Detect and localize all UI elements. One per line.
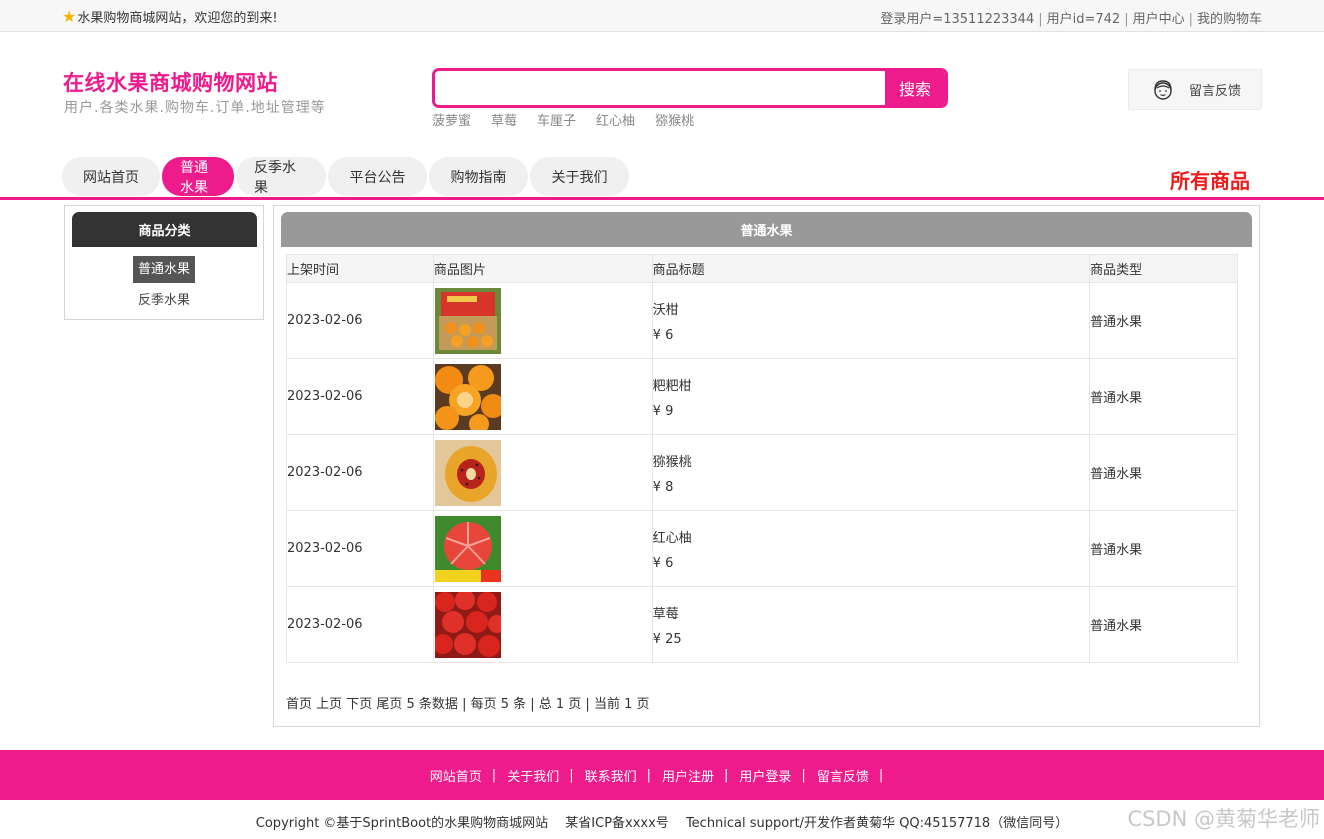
table-header-row: 上架时间 商品图片 商品标题 商品类型 (286, 254, 1238, 283)
product-price: ¥ 25 (652, 631, 682, 647)
hotword-link[interactable]: 车厘子 (537, 110, 576, 129)
hotword-link[interactable]: 菠萝蜜 (432, 110, 471, 129)
table-row: 2023-02-06 红心柚 ¥ 6 普通水果 (286, 510, 1238, 587)
nav-divider (0, 197, 1324, 200)
copyright-text: Copyright ©基于SprintBoot的水果购物商城网站 某省ICP备x… (255, 816, 1069, 831)
orange-box-image[interactable] (434, 287, 501, 354)
product-price: ¥ 6 (652, 555, 674, 571)
hot-keywords: 菠萝蜜 草莓 车厘子 红心柚 猕猴桃 (432, 110, 694, 129)
user-center-link[interactable]: 用户中心 (1133, 12, 1185, 27)
sidebar-item-label: 普通水果 (132, 256, 195, 283)
tab-shopping-guide[interactable]: 购物指南 (429, 157, 528, 196)
tab-normal-fruit[interactable]: 普通水果 (162, 157, 234, 196)
footer-link-about[interactable]: 关于我们 (507, 766, 559, 785)
listing-date: 2023-02-06 (286, 282, 434, 359)
product-type: 普通水果 (1089, 586, 1238, 663)
hotword-link[interactable]: 草莓 (491, 110, 517, 129)
product-name[interactable]: 红心柚 (653, 527, 1089, 546)
product-title-cell: 猕猴桃 ¥ 8 (651, 434, 1091, 511)
table-row: 2023-02-06 草莓 ¥ 25 普通水果 (286, 586, 1238, 663)
table-row: 2023-02-06 猕猴桃 ¥ 8 普通水果 (286, 434, 1238, 511)
column-header: 商品标题 (651, 254, 1091, 283)
product-title-cell: 红心柚 ¥ 6 (651, 510, 1091, 587)
main-nav: 网站首页 普通水果 反季水果 平台公告 购物指南 关于我们 (62, 157, 629, 196)
product-name[interactable]: 沃柑 (653, 299, 1089, 318)
pagination[interactable]: 首页 上页 下页 尾页 5 条数据 | 每页 5 条 | 总 1 页 | 当前 … (286, 693, 649, 712)
table-row: 2023-02-06 粑粑柑 ¥ 9 普通水果 (286, 358, 1238, 435)
product-image-cell[interactable] (432, 358, 653, 435)
product-type: 普通水果 (1089, 282, 1238, 359)
column-header: 上架时间 (286, 254, 434, 283)
welcome-message: ★ 水果购物商城网站，欢迎您的到来! (62, 7, 278, 26)
sidebar-item-off-season-fruit[interactable]: 反季水果 (65, 289, 263, 308)
listing-date: 2023-02-06 (286, 510, 434, 587)
hotword-link[interactable]: 红心柚 (596, 110, 635, 129)
product-title-cell: 草莓 ¥ 25 (651, 586, 1091, 663)
category-sidebar: 商品分类 普通水果 反季水果 (64, 205, 264, 320)
footer-link-login[interactable]: 用户登录 (739, 766, 791, 785)
product-type: 普通水果 (1089, 358, 1238, 435)
my-cart-link[interactable]: 我的购物车 (1197, 12, 1262, 27)
product-title-cell: 沃柑 ¥ 6 (651, 282, 1091, 359)
panel-title: 普通水果 (281, 212, 1252, 247)
tab-off-season-fruit[interactable]: 反季水果 (236, 157, 326, 196)
tab-about-us[interactable]: 关于我们 (530, 157, 629, 196)
kiwi-image[interactable] (434, 439, 501, 506)
product-name[interactable]: 猕猴桃 (653, 451, 1089, 470)
star-icon: ★ (62, 6, 77, 26)
sidebar-item-normal-fruit[interactable]: 普通水果 (65, 256, 263, 283)
listing-date: 2023-02-06 (286, 586, 434, 663)
product-price: ¥ 6 (652, 327, 674, 343)
tangerine-image[interactable] (434, 363, 501, 430)
hotword-link[interactable]: 猕猴桃 (655, 110, 694, 129)
footer-nav: 网站首页 | 关于我们 | 联系我们 | 用户注册 | 用户登录 | 留言反馈 | (0, 750, 1324, 800)
product-image-cell[interactable] (432, 586, 653, 663)
search-box: 搜索 (432, 68, 948, 108)
customer-service-icon (1154, 79, 1172, 100)
product-image-cell[interactable] (432, 510, 653, 587)
product-image-cell[interactable] (432, 434, 653, 511)
strawberry-image[interactable] (434, 591, 501, 658)
tab-announcements[interactable]: 平台公告 (328, 157, 427, 196)
product-type: 普通水果 (1089, 510, 1238, 587)
all-goods-title: 所有商品 (1170, 169, 1250, 193)
user-id-text: 用户id=742 (1046, 12, 1121, 27)
feedback-button[interactable]: 留言反馈 (1128, 69, 1262, 110)
user-links: 登录用户=13511223344 | 用户id=742 | 用户中心 | 我的购物车 (880, 12, 1262, 27)
product-type: 普通水果 (1089, 434, 1238, 511)
product-price: ¥ 9 (652, 403, 674, 419)
product-image-cell[interactable] (432, 282, 653, 359)
tab-home[interactable]: 网站首页 (62, 157, 160, 196)
footer-link-contact[interactable]: 联系我们 (585, 766, 637, 785)
pomelo-image[interactable] (434, 515, 501, 582)
goods-panel: 普通水果 上架时间 商品图片 商品标题 商品类型 2023-02-06 沃柑 ¥… (273, 205, 1260, 727)
watermark: CSDN @黄菊华老师 (1127, 807, 1320, 831)
footer-link-feedback[interactable]: 留言反馈 (817, 766, 869, 785)
footer-link-home[interactable]: 网站首页 (430, 766, 482, 785)
listing-date: 2023-02-06 (286, 434, 434, 511)
welcome-text: 水果购物商城网站，欢迎您的到来! (77, 11, 278, 26)
column-header: 商品图片 (432, 254, 653, 283)
column-header: 商品类型 (1089, 254, 1238, 283)
site-subtitle: 用户.各类水果.购物车.订单.地址管理等 (64, 100, 326, 116)
site-title[interactable]: 在线水果商城购物网站 (63, 67, 278, 97)
search-input[interactable] (435, 71, 885, 105)
goods-table: 上架时间 商品图片 商品标题 商品类型 2023-02-06 沃柑 ¥ 6 普通… (286, 254, 1238, 663)
listing-date: 2023-02-06 (286, 358, 434, 435)
login-user-text: 登录用户=13511223344 (880, 12, 1035, 27)
sidebar-title: 商品分类 (72, 212, 257, 247)
search-button[interactable]: 搜索 (885, 71, 945, 105)
feedback-label: 留言反馈 (1189, 84, 1242, 99)
product-name[interactable]: 草莓 (653, 603, 1089, 622)
product-title-cell: 粑粑柑 ¥ 9 (651, 358, 1091, 435)
footer-link-register[interactable]: 用户注册 (662, 766, 714, 785)
sidebar-item-label: 反季水果 (137, 293, 190, 308)
top-bar: ★ 水果购物商城网站，欢迎您的到来! 登录用户=13511223344 | 用户id… (0, 0, 1324, 32)
product-price: ¥ 8 (652, 479, 674, 495)
table-row: 2023-02-06 沃柑 ¥ 6 普通水果 (286, 282, 1238, 359)
product-name[interactable]: 粑粑柑 (653, 375, 1089, 394)
